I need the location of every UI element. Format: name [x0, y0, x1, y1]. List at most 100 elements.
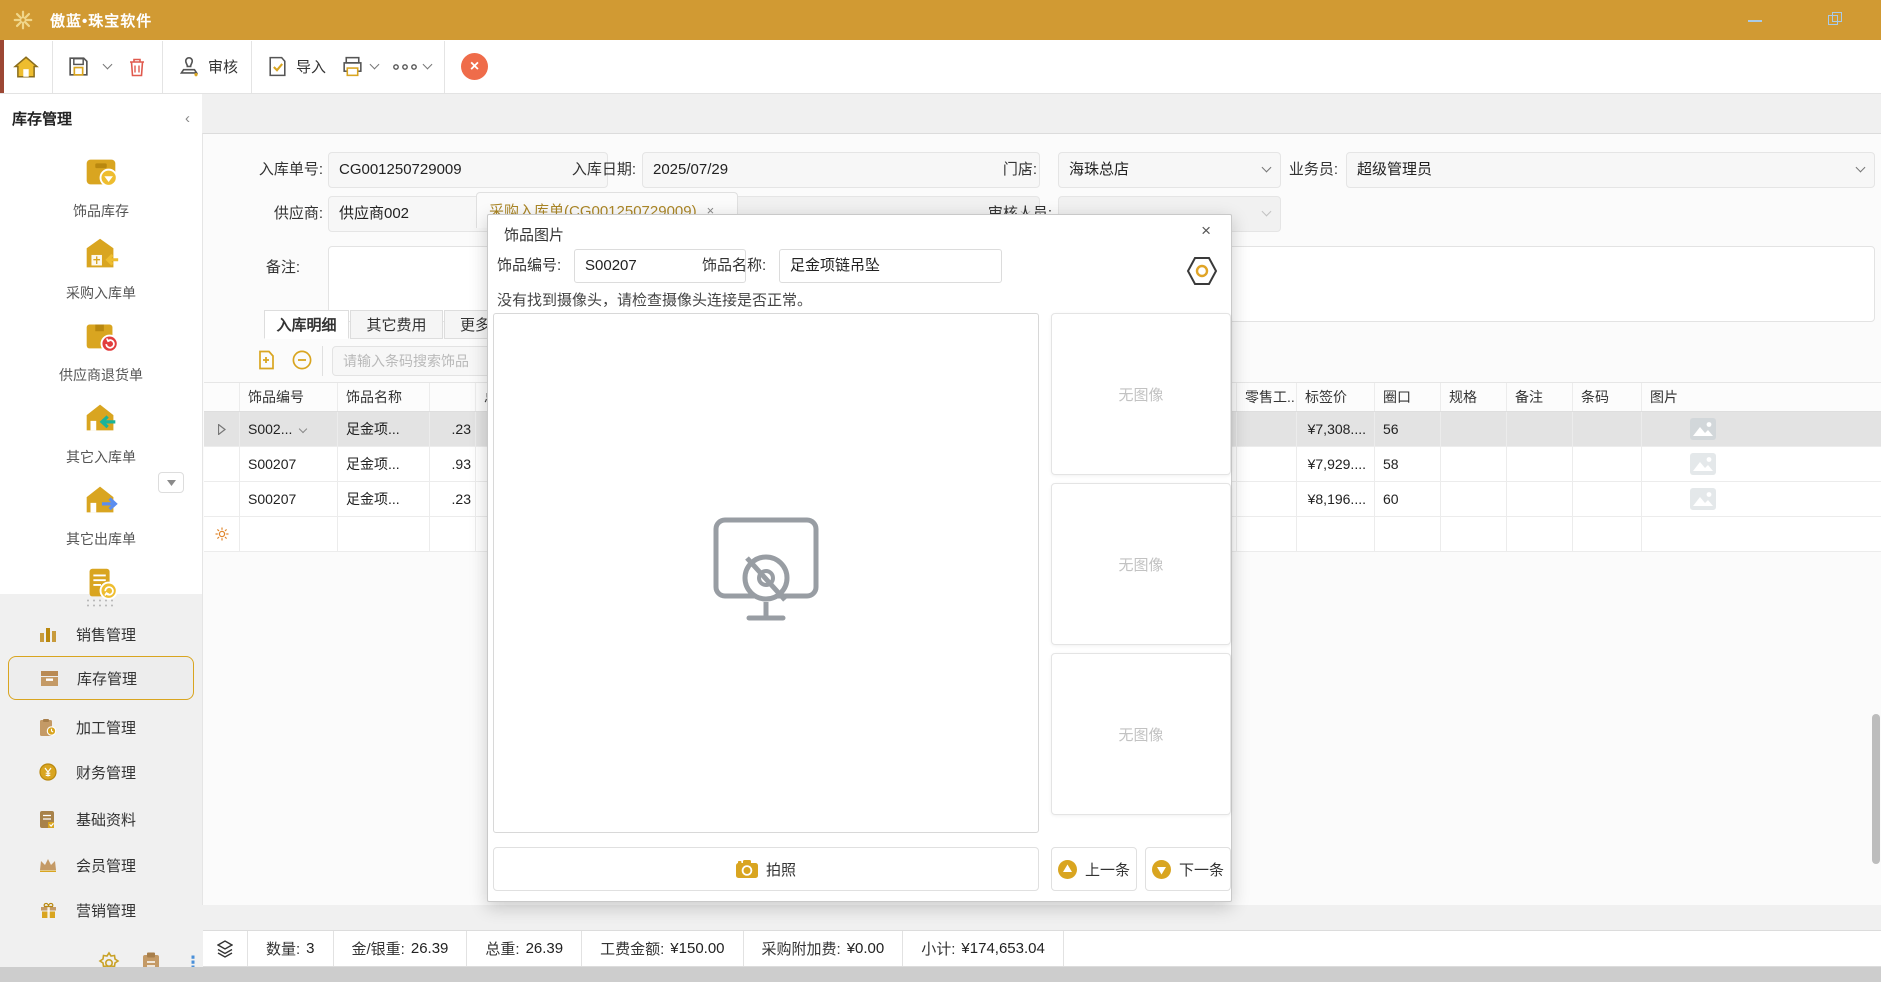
header-code[interactable]: 饰品编号 — [240, 383, 338, 411]
cell-label-price[interactable]: ¥7,308.... — [1297, 412, 1375, 446]
cell-retail-fee[interactable] — [1237, 517, 1297, 551]
cell-remark[interactable] — [1507, 517, 1573, 551]
sidebar-item-inventory[interactable]: 库存管理 — [8, 656, 194, 700]
capture-label: 拍照 — [766, 859, 796, 880]
sidebar-item-members[interactable]: 会员管理 — [8, 843, 194, 887]
header-image[interactable]: 图片 — [1642, 383, 1881, 411]
tab-inbound-detail[interactable]: 入库明细 — [264, 310, 349, 339]
header-name[interactable]: 饰品名称 — [338, 383, 430, 411]
cell-ring-size[interactable]: 56 — [1375, 412, 1441, 446]
salesman-label: 业务员: — [1278, 152, 1338, 188]
audit-button[interactable]: 审核 — [169, 47, 245, 87]
cell-code[interactable]: S002... — [240, 412, 338, 446]
header-retail-fee[interactable]: 零售工... — [1237, 383, 1297, 411]
cell-label-price[interactable]: ¥7,929.... — [1297, 447, 1375, 481]
cell-label-price[interactable]: ¥8,196.... — [1297, 482, 1375, 516]
sidebar-item-processing[interactable]: 加工管理 — [8, 705, 194, 749]
image-slot-1[interactable]: 无图像 — [1051, 313, 1231, 475]
header-barcode[interactable]: 条码 — [1573, 383, 1642, 411]
cell-weight[interactable] — [430, 517, 476, 551]
cell-image[interactable] — [1642, 517, 1881, 551]
header-weight[interactable] — [430, 383, 476, 411]
cell-weight[interactable]: .93 — [430, 447, 476, 481]
inbound-date-label: 入库日期: — [556, 152, 636, 188]
cell-barcode[interactable] — [1573, 447, 1642, 481]
dialog-close-icon[interactable]: × — [1201, 221, 1211, 241]
sidebar-collapse-icon[interactable]: ‹ — [185, 110, 190, 127]
cell-spec[interactable] — [1441, 482, 1507, 516]
cell-image[interactable] — [1642, 412, 1881, 446]
header-spec[interactable]: 规格 — [1441, 383, 1507, 411]
cell-retail-fee[interactable] — [1237, 412, 1297, 446]
sidebar-item-sales[interactable]: 销售管理 — [8, 612, 194, 656]
cell-remark[interactable] — [1507, 447, 1573, 481]
cell-name[interactable]: 足金项... — [338, 412, 430, 446]
cell-name[interactable] — [338, 517, 430, 551]
home-button[interactable] — [6, 47, 46, 87]
printer-icon — [340, 54, 365, 79]
camera-settings-button[interactable] — [1185, 255, 1219, 287]
row-expand-indicator[interactable] — [204, 412, 240, 446]
header-label-price[interactable]: 标签价 — [1297, 383, 1375, 411]
add-item-button[interactable] — [254, 348, 280, 374]
image-slot-3[interactable]: 无图像 — [1051, 653, 1231, 815]
sidebar-item-basedata[interactable]: 基础资料 — [8, 797, 194, 841]
cell-name[interactable]: 足金项... — [338, 447, 430, 481]
cell-ring-size[interactable]: 58 — [1375, 447, 1441, 481]
cell-label-price[interactable] — [1297, 517, 1375, 551]
cell-remark[interactable] — [1507, 412, 1573, 446]
cell-image[interactable] — [1642, 447, 1881, 481]
cell-weight[interactable]: .23 — [430, 412, 476, 446]
vertical-scrollbar-thumb[interactable] — [1872, 714, 1880, 864]
cell-retail-fee[interactable] — [1237, 482, 1297, 516]
close-order-button[interactable]: × — [461, 53, 488, 80]
cell-code[interactable]: S00207 — [240, 447, 338, 481]
print-button[interactable] — [333, 47, 385, 87]
cell-barcode[interactable] — [1573, 482, 1642, 516]
cell-ring-size[interactable]: 60 — [1375, 482, 1441, 516]
cell-weight[interactable]: .23 — [430, 482, 476, 516]
tab-other-fees[interactable]: 其它费用 — [350, 310, 443, 339]
sidebar-item-supplier-return[interactable]: 供应商退货单 — [0, 315, 202, 385]
image-slot-2[interactable]: 无图像 — [1051, 483, 1231, 645]
header-remark[interactable]: 备注 — [1507, 383, 1573, 411]
previous-record-button[interactable]: 上一条 — [1051, 847, 1137, 891]
save-button[interactable] — [59, 47, 98, 87]
cell-code[interactable] — [240, 517, 338, 551]
cell-ring-size[interactable] — [1375, 517, 1441, 551]
sidebar-item-marketing[interactable]: 营销管理 — [8, 888, 194, 932]
layers-button[interactable] — [203, 931, 248, 966]
store-select[interactable]: 海珠总店 — [1058, 152, 1281, 188]
cell-spec[interactable] — [1441, 412, 1507, 446]
gift-icon — [38, 900, 58, 920]
sidebar-more-dropdown[interactable] — [158, 472, 184, 493]
next-record-button[interactable]: 下一条 — [1145, 847, 1231, 891]
cell-code[interactable]: S00207 — [240, 482, 338, 516]
sidebar-item-purchase-inbound[interactable]: 采购入库单 — [0, 233, 202, 303]
sidebar-item-label: 饰品库存 — [0, 201, 202, 221]
cell-spec[interactable] — [1441, 517, 1507, 551]
delete-button[interactable] — [118, 47, 156, 87]
cell-barcode[interactable] — [1573, 517, 1642, 551]
cell-retail-fee[interactable] — [1237, 447, 1297, 481]
cell-barcode[interactable] — [1573, 412, 1642, 446]
cell-name[interactable]: 足金项... — [338, 482, 430, 516]
salesman-select[interactable]: 超级管理员 — [1346, 152, 1875, 188]
sidebar-item-other-inbound[interactable]: 其它入库单 — [0, 397, 202, 467]
header-ring-size[interactable]: 圈口 — [1375, 383, 1441, 411]
save-dropdown[interactable] — [98, 47, 118, 87]
sidebar-item-jewelry-stock[interactable]: 饰品库存 — [0, 151, 202, 221]
restore-button[interactable] — [1828, 12, 1846, 26]
more-button[interactable] — [385, 47, 438, 87]
capture-photo-button[interactable]: 拍照 — [493, 847, 1039, 891]
sidebar-item-finance[interactable]: 财务管理 — [8, 750, 194, 794]
minimize-button[interactable] — [1748, 12, 1762, 22]
cell-spec[interactable] — [1441, 447, 1507, 481]
sidebar-drag-handle[interactable] — [85, 598, 115, 607]
crown-icon — [38, 855, 58, 875]
cell-remark[interactable] — [1507, 482, 1573, 516]
item-name-input[interactable]: 足金项链吊坠 — [779, 249, 1002, 283]
cell-image[interactable] — [1642, 482, 1881, 516]
remove-item-button[interactable] — [290, 348, 316, 374]
import-button[interactable]: 导入 — [258, 47, 333, 87]
